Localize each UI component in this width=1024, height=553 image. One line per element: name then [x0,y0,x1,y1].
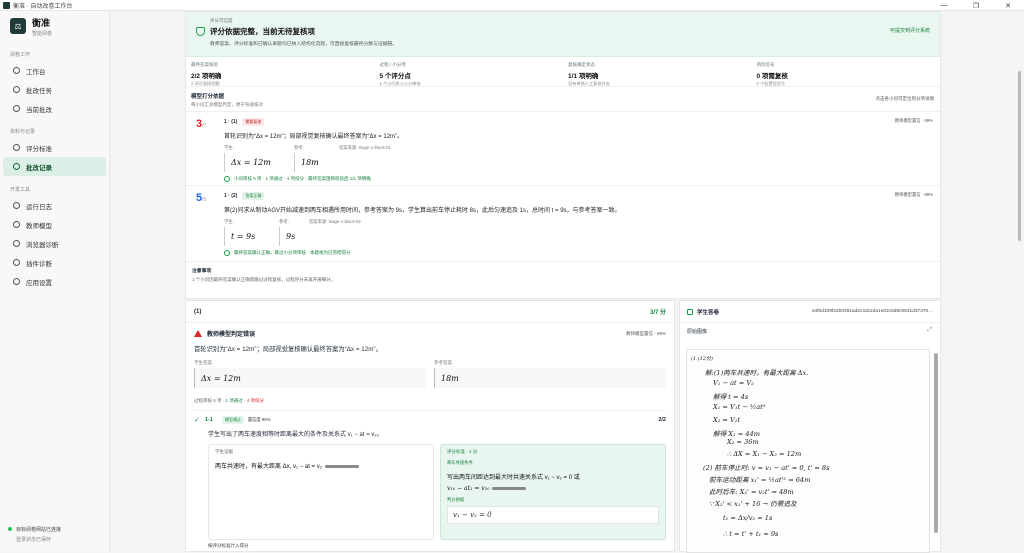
question-detail-panel: (1) 3/7 分 教师模型判定错误 教师模型置信 · 99% 首轮识别为“Δx =… [185,300,675,552]
warning-icon [194,330,202,337]
detail-reference-answer: 18m [434,368,666,388]
question-score: 5/5 [196,192,207,204]
dashboard-icon [13,67,20,74]
sidebar-item-teacher-model[interactable]: 教师模型 [3,215,106,234]
question-row[interactable]: 5/5 1 · (2) 答案正确 教师模型置信 · 99% 第(2)问求从制动AG… [186,185,940,261]
detail-points: 3/7 分 [649,310,666,316]
maximize-button[interactable]: ❐ [960,0,992,11]
confidence-text: 教师模型置信 · 99% [894,118,933,123]
reference-answer: 18m [294,153,339,172]
reference-answer: 9s [279,227,309,246]
nav-group-label: 开发工具 [10,187,31,193]
question-text: 首轮识别为“Δx = 12m”；局部视觉复核确认最终答案为“Δx = 12m”。 [224,134,404,140]
student-evidence-box: 学生证据 两车共速时，有最大距离 Δx, v₁ − at = v₂ [208,444,434,540]
jump-to-detail-link[interactable]: 点击各小问可定位到分项详情 [876,96,935,102]
sidebar-item-rubrics[interactable]: 评分标准 [3,138,106,157]
submit-link[interactable]: 可提交到评分系统 [890,27,930,34]
check-icon: ✓ [194,417,200,424]
sidebar: ⚖ 衡准 智能阅卷 阅卷工作 工作台 批改任务 当前批改 资料与记录 评分标准 … [0,11,110,552]
student-answer: t = 9s [224,227,279,246]
sheet-id: 34f0d109f24b0391ad2c4dc2da1e03c6d9c0531d… [811,309,933,314]
answer-sheet-panel: 学生答卷 34f0d109f24b0391ad2c4dc2da1e03c6d9c0… [679,300,941,553]
scoring-basis-header: 模型打分依据 每小问汇总模型判定，便于快速核对 点击各小问可定位到分项详情 [191,94,935,107]
close-button[interactable]: ✕ [992,0,1024,11]
tasks-icon [13,86,20,93]
detail-student-answer: Δx = 12m [194,368,426,388]
sidebar-item-dashboard[interactable]: 工作台 [3,61,106,80]
student-answer: Δx = 12m [224,153,294,172]
status-badge: 答案正确 [242,192,265,200]
notice-block: 注意事项 1 个小问因最终答案确认正确而跳过过程复核，过程评分未再开展细分。 [186,261,940,288]
nav-group-label: 阅卷工作 [10,52,31,58]
main-content: 评分可信度 评分依据完整，当前无待复核项 教师答案、评分标准和已确认单题均已纳入… [110,11,1024,553]
stat-review: 复核确定状态 1/1 项明确 没有单独人工复核任务 [568,62,610,86]
stat-process: 过程 / 小分项 5 个评分点 1 个小问进入小分审核 [379,62,421,86]
expand-icon[interactable]: ⤢ [927,327,932,334]
model-icon [13,221,20,228]
question-id: 1 · (1) [224,119,238,125]
log-icon [13,202,20,209]
answer-source: 答案来源: triage-1-block-01 [339,145,391,150]
sidebar-item-browser[interactable]: 浏览器诊断 [3,234,106,253]
record-summary-card: 评分可信度 评分依据完整，当前无待复核项 教师答案、评分标准和已确认单题均已纳入… [185,11,941,299]
window-title: 衡准 · 自动改卷工作台 [13,3,73,10]
standard-scrollbar[interactable] [492,487,527,490]
image-scrollbar[interactable] [934,353,938,533]
connection-status: 目标阅卷网站已连接 登录状态已保存 [8,526,61,543]
app-icon [3,1,10,9]
minimize-button[interactable]: — [928,0,960,11]
status-badge: 模型通过 [221,416,244,424]
main-scrollbar[interactable] [1018,71,1021,241]
sidebar-item-plugins[interactable]: 插件诊断 [3,253,106,272]
sidebar-item-logs[interactable]: 运行日志 [3,196,106,215]
question-text: 第(2)问求从制动AGV开始减速到两车相遇所用时间，参考答案为 9s，学生算出前… [224,208,621,214]
sidebar-item-settings[interactable]: 应用设置 [3,272,106,291]
gear-icon [13,278,20,285]
rubric-item[interactable]: ✓ 1-1 模型通过 置信度 96% 2/2 学生写出了两车速度相等时距离最大的条件及关… [194,410,666,540]
status-badge: 需要复核 [242,118,265,126]
play-icon [13,105,20,112]
shield-check-icon [196,27,205,36]
browser-icon [13,240,20,247]
check-circle-icon [224,250,230,256]
confidence-banner: 评分可信度 评分依据完整，当前无待复核项 教师答案、评分标准和已确认单题均已纳入… [186,12,940,57]
question-id: 1 · (2) [224,193,238,199]
stat-risk: 风险信号 0 项需复核 0 个低置信信号 [756,62,788,86]
history-icon [13,163,20,170]
question-row[interactable]: 3/7 1 · (1) 需要复核 教师模型置信 · 99% 首轮识别为“Δx = … [186,111,940,185]
brand-sub: 智能阅卷 [32,30,53,37]
brand: ⚖ 衡准 智能阅卷 [0,11,109,41]
stat-final-answer: 最终答案核验 2/2 项明确 2 项可直接判题 [191,62,222,86]
logo-icon: ⚖ [10,18,26,34]
process-summary: 过程审核 5 项 · 1 项通过 · 4 项扣分 [194,398,265,403]
banner-title: 评分依据完整，当前无待复核项 [210,27,315,36]
judgement-basis: v₁ − v₂ = 0 [447,506,659,524]
rubric-footer: 按评分标准计入得分 [208,543,249,548]
sidebar-item-tasks[interactable]: 批改任务 [3,80,106,99]
detail-question-label: (1) [194,308,202,315]
brand-name: 衡准 [32,17,51,28]
image-icon [687,308,693,315]
window-titlebar: 衡准 · 自动改卷工作台 — ❐ ✕ [0,0,1024,11]
plugin-icon [13,259,20,266]
evidence-scrollbar[interactable] [325,464,360,468]
sidebar-item-current[interactable]: 当前批改 [3,99,106,118]
sidebar-item-records[interactable]: 批改记录 [3,157,106,176]
banner-desc: 教师答案、评分标准和已确认单题均已纳入结构化流程，可直接复核最终分数与证据链。 [210,42,398,47]
confidence-text: 教师模型置信 · 99% [894,192,933,197]
answer-source: 答案来源: triage-1-block-02 [309,219,361,224]
rubric-standard-box: 评分标准 · 2 分 两车共速条件 写出两车间距达到最大时共速关系式 v₁ − … [440,444,666,540]
teacher-model-warning: 教师模型判定错误 教师模型置信 · 99% 首轮识别为“Δx = 12m”；局部视… [186,323,674,394]
rubric-text: 学生写出了两车速度相等时距离最大的条件及关系式 v₁ − at = v₂。 [208,432,383,438]
stats-row: 最终答案核验 2/2 项明确 2 项可直接判题 过程 / 小分项 5 个评分点 1 个小… [186,57,940,87]
question-score: 3/7 [196,118,207,130]
status-dot-icon [8,527,12,531]
nav-group-label: 资料与记录 [10,129,36,135]
handwritten-answer-image[interactable]: (1.(12分) 解:(1)两车共速时，有最大距离 Δx. V₁ − at = … [686,349,930,553]
check-circle-icon [224,176,230,182]
book-icon [13,144,20,151]
